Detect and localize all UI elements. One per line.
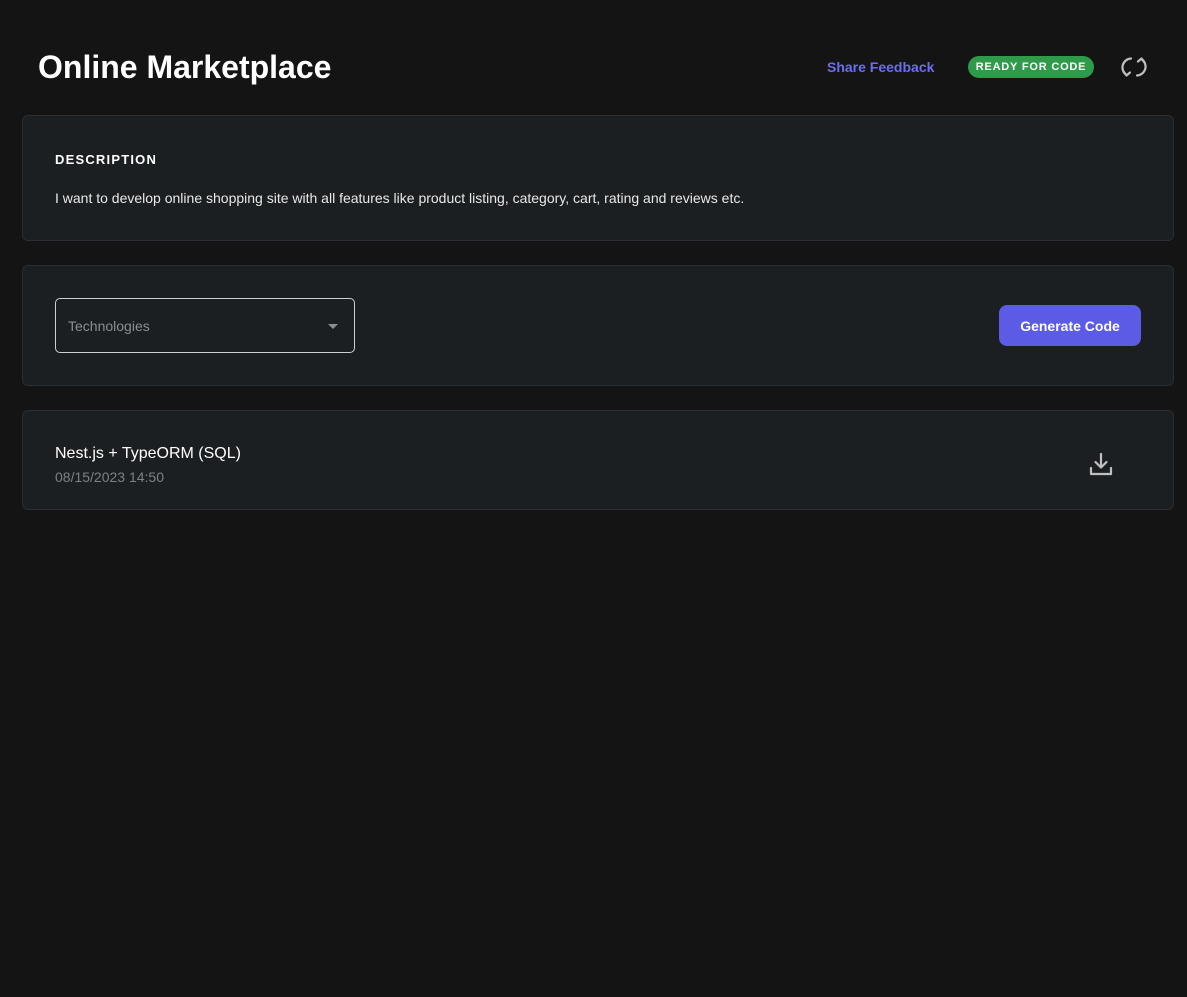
- chevron-down-icon: [328, 324, 338, 329]
- page-title: Online Marketplace: [38, 49, 332, 85]
- page: Online Marketplace Share Feedback READY …: [0, 0, 1187, 997]
- result-title: Nest.js + TypeORM (SQL): [55, 445, 241, 462]
- result-card: Nest.js + TypeORM (SQL) 08/15/2023 14:50: [22, 410, 1174, 510]
- generate-code-button[interactable]: Generate Code: [999, 305, 1141, 346]
- technologies-select[interactable]: Technologies: [55, 298, 355, 353]
- description-label: DESCRIPTION: [55, 152, 158, 167]
- download-icon: [1089, 452, 1113, 476]
- description-card: DESCRIPTION I want to develop online sho…: [22, 115, 1174, 241]
- technologies-card: Technologies Generate Code: [22, 265, 1174, 386]
- status-badge: READY FOR CODE: [968, 56, 1094, 78]
- share-feedback-link[interactable]: Share Feedback: [827, 58, 934, 76]
- header: Online Marketplace Share Feedback READY …: [0, 0, 1187, 115]
- result-timestamp: 08/15/2023 14:50: [55, 469, 164, 485]
- refresh-icon: [1121, 57, 1147, 77]
- refresh-button[interactable]: [1120, 53, 1148, 81]
- technologies-placeholder: Technologies: [68, 318, 150, 334]
- description-text: I want to develop online shopping site w…: [55, 190, 745, 206]
- download-button[interactable]: [1087, 451, 1115, 479]
